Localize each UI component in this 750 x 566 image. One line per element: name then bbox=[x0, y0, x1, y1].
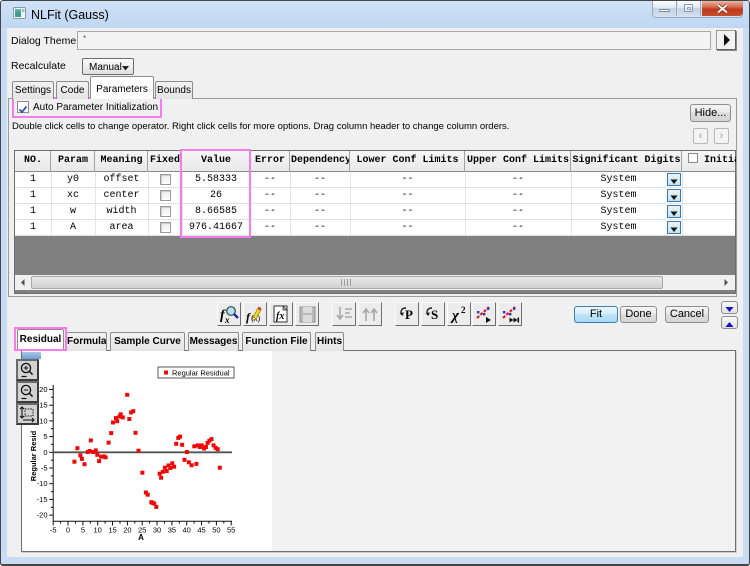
svg-text:10: 10 bbox=[94, 526, 102, 535]
svg-text:10: 10 bbox=[39, 416, 47, 425]
svg-text:2: 2 bbox=[461, 305, 466, 315]
svg-text:40: 40 bbox=[183, 526, 191, 535]
svg-text:-5: -5 bbox=[50, 526, 57, 535]
svg-text:Regular Residual: Regular Residual bbox=[172, 369, 230, 378]
svg-text:S: S bbox=[431, 307, 438, 322]
svg-text:5: 5 bbox=[43, 432, 47, 441]
svg-text:0: 0 bbox=[66, 526, 70, 535]
svg-text:15: 15 bbox=[39, 401, 47, 410]
svg-text:50: 50 bbox=[212, 526, 220, 535]
svg-text:-10: -10 bbox=[37, 479, 48, 488]
svg-text:45: 45 bbox=[197, 526, 205, 535]
svg-text:-20: -20 bbox=[37, 511, 48, 520]
svg-text:30: 30 bbox=[153, 526, 161, 535]
svg-text:15: 15 bbox=[108, 526, 116, 535]
svg-text:20: 20 bbox=[39, 385, 47, 394]
svg-text:55: 55 bbox=[227, 526, 235, 535]
svg-text:fx: fx bbox=[276, 311, 284, 322]
svg-text:5: 5 bbox=[81, 526, 85, 535]
svg-text:-5: -5 bbox=[41, 464, 48, 473]
svg-text:P: P bbox=[405, 307, 413, 322]
svg-text:0: 0 bbox=[43, 448, 47, 457]
svg-text:-15: -15 bbox=[37, 495, 48, 504]
svg-text:x: x bbox=[224, 315, 230, 325]
svg-text:A: A bbox=[138, 533, 144, 542]
svg-text:35: 35 bbox=[168, 526, 176, 535]
svg-text:20: 20 bbox=[123, 526, 131, 535]
svg-text:Regular Resid: Regular Resid bbox=[29, 430, 38, 481]
svg-text:χ: χ bbox=[450, 308, 460, 324]
